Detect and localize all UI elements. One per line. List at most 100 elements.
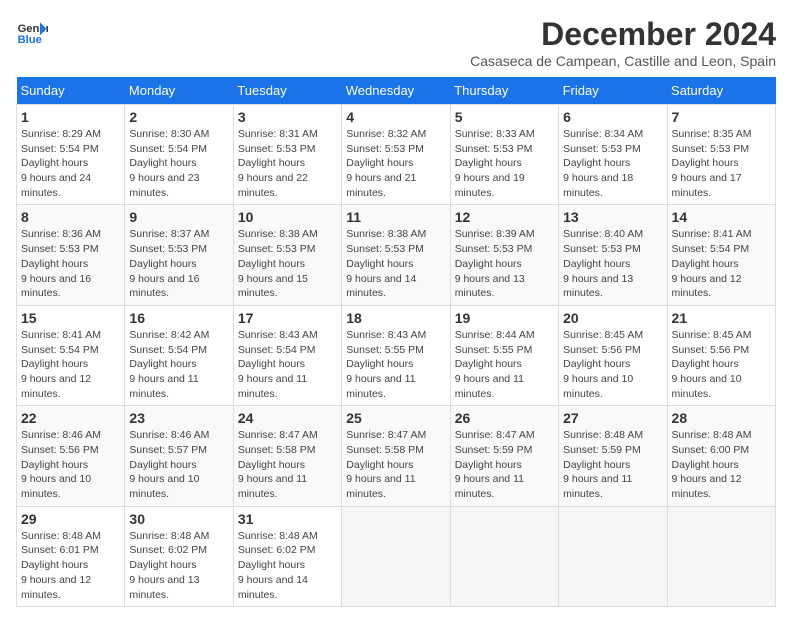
day-cell: 20 Sunrise: 8:45 AM Sunset: 5:56 PM Dayl… — [559, 305, 667, 405]
day-info: Sunrise: 8:36 AM Sunset: 5:53 PM Dayligh… — [21, 227, 120, 300]
daylight-duration: 9 hours and 11 minutes. — [346, 473, 415, 500]
daylight-duration: 9 hours and 18 minutes. — [563, 172, 633, 199]
daylight-label: Daylight hours — [563, 157, 630, 169]
day-cell: 6 Sunrise: 8:34 AM Sunset: 5:53 PM Dayli… — [559, 105, 667, 205]
logo-icon: General Blue — [16, 16, 48, 48]
sunset-label: Sunset: 5:58 PM — [238, 444, 316, 456]
day-info: Sunrise: 8:46 AM Sunset: 5:56 PM Dayligh… — [21, 428, 120, 501]
daylight-label: Daylight hours — [21, 559, 88, 571]
day-number: 27 — [563, 410, 662, 426]
sunset-label: Sunset: 5:58 PM — [346, 444, 424, 456]
weekday-header-row: Sunday Monday Tuesday Wednesday Thursday… — [17, 77, 776, 105]
day-number: 22 — [21, 410, 120, 426]
day-info: Sunrise: 8:48 AM Sunset: 6:01 PM Dayligh… — [21, 529, 120, 602]
daylight-label: Daylight hours — [129, 459, 196, 471]
day-info: Sunrise: 8:48 AM Sunset: 6:02 PM Dayligh… — [238, 529, 337, 602]
daylight-duration: 9 hours and 22 minutes. — [238, 172, 308, 199]
week-row-3: 15 Sunrise: 8:41 AM Sunset: 5:54 PM Dayl… — [17, 305, 776, 405]
sunrise-label: Sunrise: 8:45 AM — [672, 329, 752, 341]
day-cell — [667, 506, 775, 606]
day-number: 5 — [455, 109, 554, 125]
daylight-duration: 9 hours and 12 minutes. — [672, 273, 742, 300]
daylight-duration: 9 hours and 11 minutes. — [346, 373, 415, 400]
day-info: Sunrise: 8:45 AM Sunset: 5:56 PM Dayligh… — [672, 328, 771, 401]
day-number: 10 — [238, 209, 337, 225]
day-info: Sunrise: 8:39 AM Sunset: 5:53 PM Dayligh… — [455, 227, 554, 300]
day-cell: 24 Sunrise: 8:47 AM Sunset: 5:58 PM Dayl… — [233, 406, 341, 506]
daylight-label: Daylight hours — [238, 258, 305, 270]
sunrise-label: Sunrise: 8:37 AM — [129, 228, 209, 240]
sunset-label: Sunset: 6:00 PM — [672, 444, 750, 456]
daylight-duration: 9 hours and 12 minutes. — [21, 574, 91, 601]
day-cell — [450, 506, 558, 606]
day-info: Sunrise: 8:47 AM Sunset: 5:58 PM Dayligh… — [238, 428, 337, 501]
sunset-label: Sunset: 5:53 PM — [563, 243, 641, 255]
day-info: Sunrise: 8:47 AM Sunset: 5:58 PM Dayligh… — [346, 428, 445, 501]
week-row-5: 29 Sunrise: 8:48 AM Sunset: 6:01 PM Dayl… — [17, 506, 776, 606]
sunset-label: Sunset: 5:56 PM — [563, 344, 641, 356]
daylight-label: Daylight hours — [563, 358, 630, 370]
day-number: 4 — [346, 109, 445, 125]
day-info: Sunrise: 8:47 AM Sunset: 5:59 PM Dayligh… — [455, 428, 554, 501]
day-info: Sunrise: 8:33 AM Sunset: 5:53 PM Dayligh… — [455, 127, 554, 200]
sunrise-label: Sunrise: 8:38 AM — [346, 228, 426, 240]
sunset-label: Sunset: 5:55 PM — [346, 344, 424, 356]
day-number: 8 — [21, 209, 120, 225]
daylight-label: Daylight hours — [129, 157, 196, 169]
day-info: Sunrise: 8:48 AM Sunset: 6:00 PM Dayligh… — [672, 428, 771, 501]
day-number: 9 — [129, 209, 228, 225]
sunset-label: Sunset: 5:53 PM — [129, 243, 207, 255]
day-number: 21 — [672, 310, 771, 326]
day-number: 24 — [238, 410, 337, 426]
daylight-label: Daylight hours — [238, 559, 305, 571]
sunrise-label: Sunrise: 8:48 AM — [563, 429, 643, 441]
daylight-duration: 9 hours and 11 minutes. — [455, 473, 524, 500]
daylight-label: Daylight hours — [129, 559, 196, 571]
day-number: 18 — [346, 310, 445, 326]
day-number: 23 — [129, 410, 228, 426]
day-number: 28 — [672, 410, 771, 426]
day-cell: 3 Sunrise: 8:31 AM Sunset: 5:53 PM Dayli… — [233, 105, 341, 205]
daylight-label: Daylight hours — [672, 358, 739, 370]
sunset-label: Sunset: 5:59 PM — [455, 444, 533, 456]
day-number: 29 — [21, 511, 120, 527]
sunrise-label: Sunrise: 8:31 AM — [238, 128, 318, 140]
day-cell: 4 Sunrise: 8:32 AM Sunset: 5:53 PM Dayli… — [342, 105, 450, 205]
sunrise-label: Sunrise: 8:47 AM — [238, 429, 318, 441]
daylight-label: Daylight hours — [455, 258, 522, 270]
daylight-label: Daylight hours — [129, 258, 196, 270]
day-cell: 13 Sunrise: 8:40 AM Sunset: 5:53 PM Dayl… — [559, 205, 667, 305]
day-cell: 17 Sunrise: 8:43 AM Sunset: 5:54 PM Dayl… — [233, 305, 341, 405]
daylight-label: Daylight hours — [346, 358, 413, 370]
day-number: 12 — [455, 209, 554, 225]
daylight-duration: 9 hours and 14 minutes. — [346, 273, 416, 300]
daylight-label: Daylight hours — [672, 459, 739, 471]
day-info: Sunrise: 8:40 AM Sunset: 5:53 PM Dayligh… — [563, 227, 662, 300]
daylight-duration: 9 hours and 13 minutes. — [129, 574, 199, 601]
day-cell: 11 Sunrise: 8:38 AM Sunset: 5:53 PM Dayl… — [342, 205, 450, 305]
day-number: 30 — [129, 511, 228, 527]
daylight-duration: 9 hours and 10 minutes. — [21, 473, 91, 500]
location-subtitle: Casaseca de Campean, Castille and Leon, … — [470, 53, 776, 69]
day-cell: 23 Sunrise: 8:46 AM Sunset: 5:57 PM Dayl… — [125, 406, 233, 506]
day-info: Sunrise: 8:42 AM Sunset: 5:54 PM Dayligh… — [129, 328, 228, 401]
header-friday: Friday — [559, 77, 667, 105]
day-info: Sunrise: 8:35 AM Sunset: 5:53 PM Dayligh… — [672, 127, 771, 200]
sunset-label: Sunset: 6:02 PM — [129, 544, 207, 556]
sunrise-label: Sunrise: 8:48 AM — [238, 530, 318, 542]
week-row-4: 22 Sunrise: 8:46 AM Sunset: 5:56 PM Dayl… — [17, 406, 776, 506]
daylight-duration: 9 hours and 11 minutes. — [238, 473, 307, 500]
sunrise-label: Sunrise: 8:29 AM — [21, 128, 101, 140]
day-cell — [342, 506, 450, 606]
title-section: December 2024 Casaseca de Campean, Casti… — [470, 16, 776, 69]
sunset-label: Sunset: 5:57 PM — [129, 444, 207, 456]
day-cell: 16 Sunrise: 8:42 AM Sunset: 5:54 PM Dayl… — [125, 305, 233, 405]
sunrise-label: Sunrise: 8:32 AM — [346, 128, 426, 140]
sunrise-label: Sunrise: 8:45 AM — [563, 329, 643, 341]
sunrise-label: Sunrise: 8:46 AM — [129, 429, 209, 441]
daylight-label: Daylight hours — [346, 157, 413, 169]
day-cell: 19 Sunrise: 8:44 AM Sunset: 5:55 PM Dayl… — [450, 305, 558, 405]
day-number: 6 — [563, 109, 662, 125]
daylight-duration: 9 hours and 19 minutes. — [455, 172, 525, 199]
daylight-label: Daylight hours — [21, 358, 88, 370]
